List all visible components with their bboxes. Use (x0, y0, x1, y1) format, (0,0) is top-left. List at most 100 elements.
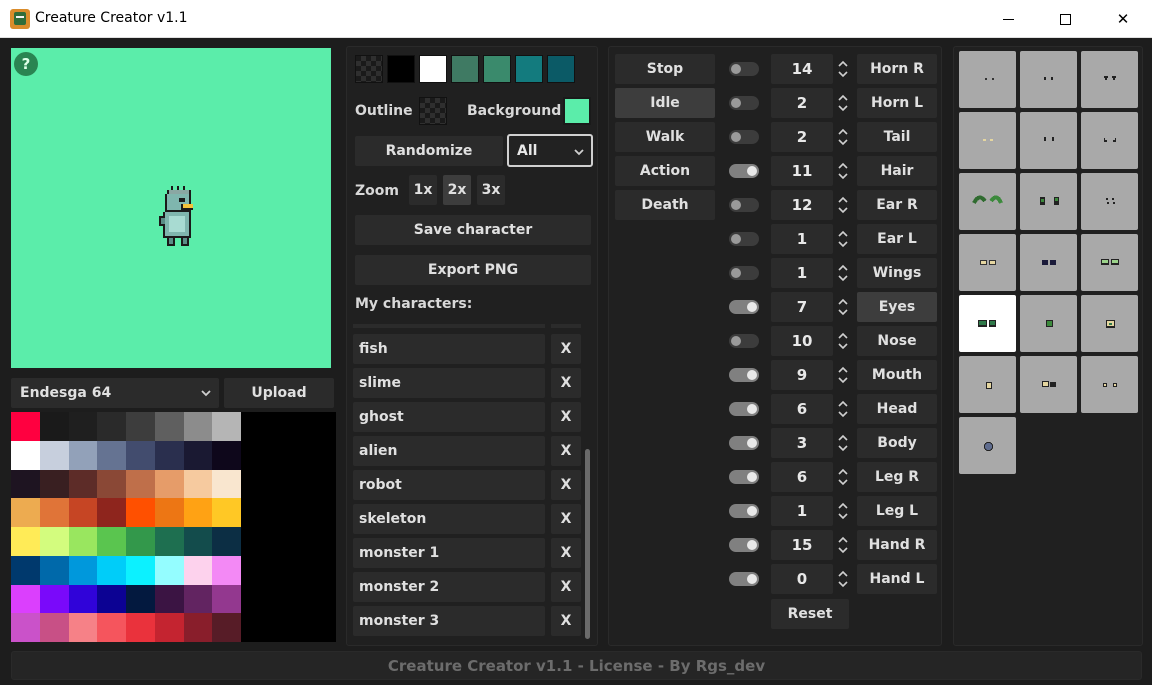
character-load-button[interactable]: ghost (353, 402, 545, 432)
character-delete-button[interactable]: X (551, 436, 581, 466)
character-load-button[interactable]: skeleton (353, 504, 545, 534)
palette-swatch[interactable] (212, 527, 241, 556)
minimize-button[interactable] (979, 0, 1037, 38)
footer-credits[interactable]: Creature Creator v1.1 - License - By Rgs… (11, 651, 1142, 680)
hand-r-toggle[interactable] (729, 538, 759, 552)
palette-swatch[interactable] (39, 412, 69, 441)
spinner-arrows-icon[interactable] (837, 501, 849, 521)
palette-swatch[interactable] (126, 440, 155, 470)
palette-swatch[interactable] (68, 527, 98, 556)
character-load-button[interactable]: monster 2 (353, 572, 545, 602)
eyes-toggle[interactable] (729, 300, 759, 314)
horn-r-part-button[interactable]: Horn R (857, 54, 937, 84)
palette-swatch[interactable] (126, 613, 155, 642)
mouth-toggle[interactable] (729, 368, 759, 382)
palette-swatch[interactable] (97, 555, 126, 585)
color-swatch[interactable] (451, 55, 479, 83)
eyes-variant-input[interactable]: 7 (771, 292, 833, 322)
spinner-arrows-icon[interactable] (837, 535, 849, 555)
palette-swatch[interactable] (126, 412, 155, 441)
ear-r-toggle[interactable] (729, 198, 759, 212)
eyes-part-button[interactable]: Eyes (857, 292, 937, 322)
hair-toggle[interactable] (729, 164, 759, 178)
palette-swatch[interactable] (39, 469, 69, 499)
palette-swatch[interactable] (68, 440, 98, 470)
part-variant-tile[interactable] (959, 356, 1016, 413)
character-delete-button[interactable]: X (551, 402, 581, 432)
wings-part-button[interactable]: Wings (857, 258, 937, 288)
palette-swatch[interactable] (68, 613, 98, 642)
palette-swatch[interactable] (11, 527, 40, 556)
palette-swatch[interactable] (39, 498, 69, 527)
horn-r-toggle[interactable] (729, 62, 759, 76)
palette-swatch[interactable] (183, 584, 213, 614)
animation-stop-button[interactable]: Stop (615, 54, 715, 84)
randomize-button[interactable]: Randomize (355, 136, 503, 166)
palette-swatch[interactable] (212, 498, 241, 527)
palette-swatch[interactable] (126, 584, 155, 614)
character-delete-button[interactable]: X (551, 572, 581, 602)
hand-r-part-button[interactable]: Hand R (857, 530, 937, 560)
ear-l-variant-input[interactable]: 1 (771, 224, 833, 254)
palette-swatch[interactable] (68, 498, 98, 527)
hand-l-toggle[interactable] (729, 572, 759, 586)
hand-r-variant-input[interactable]: 15 (771, 530, 833, 560)
spinner-arrows-icon[interactable] (837, 399, 849, 419)
character-load-button[interactable]: monster 1 (353, 538, 545, 568)
palette-swatch[interactable] (11, 412, 40, 441)
character-load-button[interactable]: slime (353, 368, 545, 398)
part-variant-tile[interactable] (959, 112, 1016, 169)
palette-swatch[interactable] (11, 584, 40, 614)
palette-swatch[interactable] (154, 527, 184, 556)
palette-swatch[interactable] (126, 498, 155, 527)
leg-l-variant-input[interactable]: 1 (771, 496, 833, 526)
part-variant-tile[interactable] (1081, 295, 1138, 352)
palette-swatch[interactable] (68, 555, 98, 585)
hair-part-button[interactable]: Hair (857, 156, 937, 186)
palette-swatch[interactable] (183, 613, 213, 642)
leg-r-toggle[interactable] (729, 470, 759, 484)
palette-swatch[interactable] (97, 527, 126, 556)
part-variant-tile[interactable] (1081, 51, 1138, 108)
head-toggle[interactable] (729, 402, 759, 416)
character-list-scrollbar[interactable] (584, 324, 591, 642)
spinner-arrows-icon[interactable] (837, 93, 849, 113)
hand-l-part-button[interactable]: Hand L (857, 564, 937, 594)
palette-swatch[interactable] (183, 469, 213, 499)
spinner-arrows-icon[interactable] (837, 127, 849, 147)
palette-swatch[interactable] (39, 613, 69, 642)
part-variant-tile[interactable] (959, 417, 1016, 474)
palette-swatch[interactable] (183, 555, 213, 585)
head-part-button[interactable]: Head (857, 394, 937, 424)
zoom-2x-button[interactable]: 2x (443, 175, 471, 205)
palette-swatch[interactable] (154, 584, 184, 614)
randomize-scope-select[interactable]: All (507, 134, 593, 167)
palette-swatch[interactable] (212, 440, 241, 470)
palette-swatch[interactable] (126, 555, 155, 585)
body-toggle[interactable] (729, 436, 759, 450)
zoom-3x-button[interactable]: 3x (477, 175, 505, 205)
save-character-button[interactable]: Save character (355, 215, 591, 245)
palette-swatch[interactable] (212, 584, 241, 614)
spinner-arrows-icon[interactable] (837, 569, 849, 589)
animation-action-button[interactable]: Action (615, 156, 715, 186)
ear-r-part-button[interactable]: Ear R (857, 190, 937, 220)
part-variant-tile[interactable] (1081, 356, 1138, 413)
part-variant-tile[interactable] (959, 173, 1016, 230)
palette-swatch[interactable] (183, 412, 213, 441)
palette-swatch[interactable] (39, 584, 69, 614)
palette-swatch[interactable] (11, 440, 40, 470)
reset-button[interactable]: Reset (771, 599, 849, 629)
palette-swatch[interactable] (39, 527, 69, 556)
head-variant-input[interactable]: 6 (771, 394, 833, 424)
palette-swatch[interactable] (97, 469, 126, 499)
palette-swatch[interactable] (68, 469, 98, 499)
part-variant-tile[interactable] (959, 234, 1016, 291)
hand-l-variant-input[interactable]: 0 (771, 564, 833, 594)
palette-swatch[interactable] (39, 555, 69, 585)
leg-l-toggle[interactable] (729, 504, 759, 518)
color-swatch[interactable] (387, 55, 415, 83)
character-load-button[interactable]: fish (353, 334, 545, 364)
palette-swatch[interactable] (212, 412, 241, 441)
palette-swatch[interactable] (126, 527, 155, 556)
